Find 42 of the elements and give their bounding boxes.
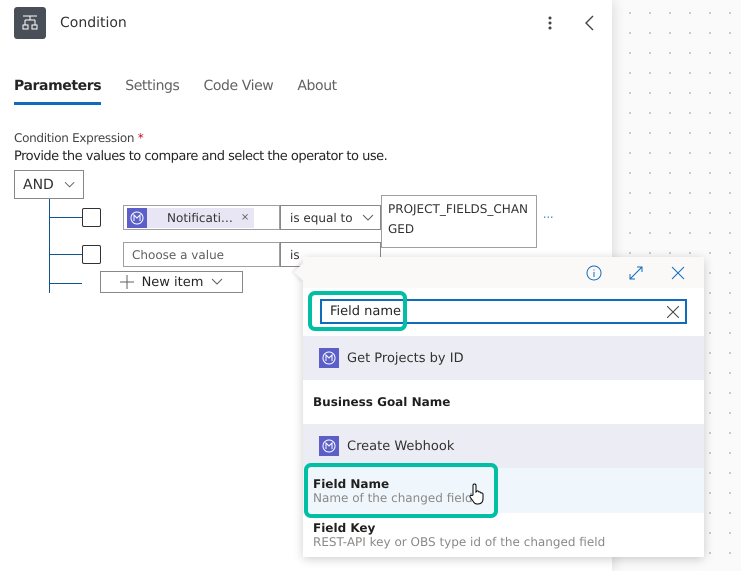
field-description: Provide the values to compare and select the operator to use. — [14, 149, 388, 164]
comparison-dropdown[interactable]: is equal to — [280, 205, 381, 230]
tab[interactable]: Parameters — [14, 72, 102, 105]
value-field[interactable]: Choose a value — [123, 242, 280, 267]
comparison-label: is — [290, 248, 300, 262]
info-icon[interactable] — [586, 264, 602, 280]
expand-icon[interactable] — [628, 264, 644, 280]
group-title: Get Projects by ID — [347, 350, 464, 366]
checkbox[interactable] — [82, 208, 101, 227]
chevron-down-icon — [64, 180, 75, 188]
chevron-down-icon — [211, 278, 224, 286]
condition-icon — [14, 7, 46, 39]
item-name: Business Goal Name — [313, 395, 452, 409]
new-item-button[interactable]: New item — [100, 271, 243, 293]
item-description: REST-API key or OBS type id of the changed field — [313, 535, 606, 549]
close-icon[interactable] — [670, 264, 686, 280]
search-field[interactable]: Field name — [320, 299, 687, 324]
tab[interactable]: Code View — [203, 72, 274, 105]
value-field[interactable]: Notificati… × — [123, 205, 280, 230]
chevron-down-icon — [362, 214, 374, 222]
content-item[interactable]: Field Key REST-API key or OBS type id of the changed field — [303, 513, 704, 557]
connector-icon — [319, 348, 339, 368]
placeholder-text: Choose a value — [131, 248, 224, 262]
comparison-label: is equal to — [290, 210, 353, 224]
operator-dropdown[interactable]: AND — [14, 170, 84, 199]
tab[interactable]: About — [297, 72, 337, 105]
row-more-button[interactable]: ··· — [543, 211, 554, 224]
connector-icon — [127, 208, 147, 228]
group-title: Create Webhook — [347, 438, 454, 454]
clear-icon[interactable] — [667, 306, 679, 318]
item-name: Field Name — [313, 476, 390, 490]
content-item[interactable]: Business Goal Name — [303, 380, 704, 424]
plus-icon — [120, 275, 134, 289]
checkbox[interactable] — [82, 245, 101, 264]
item-name: Field Key — [313, 521, 376, 535]
field-label: Condition Expression * — [14, 131, 144, 145]
value-field[interactable]: PROJECT_FIELDS_CHANGED — [381, 195, 537, 248]
tab[interactable]: Settings — [125, 72, 180, 105]
token-label: Notificati… — [167, 210, 233, 224]
panel-title: Condition — [60, 15, 128, 31]
connector-icon — [319, 436, 339, 456]
remove-token[interactable]: × — [240, 212, 250, 223]
